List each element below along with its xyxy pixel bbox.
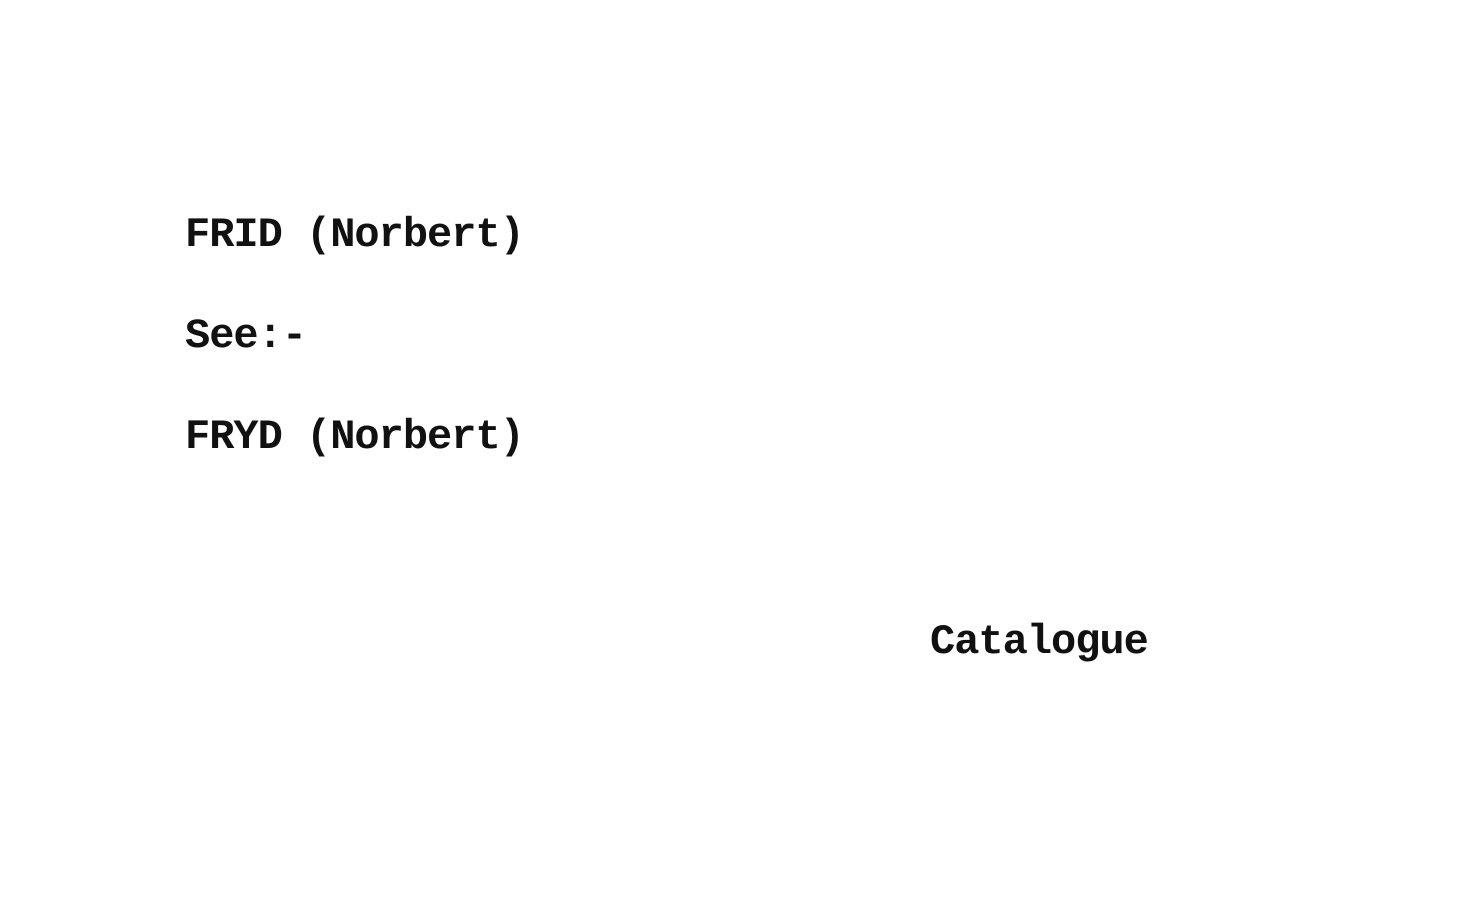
catalogue-label: Catalogue	[930, 618, 1149, 666]
cross-reference: FRYD (Norbert)	[185, 413, 525, 461]
see-label: See:-	[185, 312, 307, 360]
entry-heading: FRID (Norbert)	[185, 211, 525, 259]
catalogue-card: FRID (Norbert) See:- FRYD (Norbert) Cata…	[0, 0, 1465, 906]
